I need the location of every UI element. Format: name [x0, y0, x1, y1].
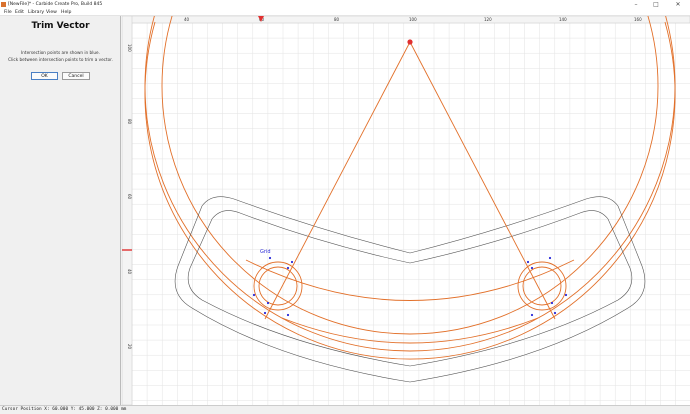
menu-help[interactable]: Help [61, 9, 71, 16]
panel-instruction-1: Intersection points are shown in blue. [21, 50, 100, 55]
close-button[interactable]: ✕ [670, 0, 686, 9]
apex-marker[interactable] [407, 39, 413, 45]
window-title: [NewFile]* - Carbide Create Pro, Build 8… [8, 2, 103, 7]
left-small-circle-inner[interactable] [258, 266, 298, 306]
top-ruler[interactable] [122, 16, 690, 24]
top-ruler-label: 80 [334, 17, 340, 22]
left-ruler-label: 80 [127, 119, 132, 125]
menu-file[interactable]: File [4, 9, 12, 16]
title-bar: [NewFile]* - Carbide Create Pro, Build 8… [0, 0, 690, 9]
left-ruler-label: 100 [127, 44, 132, 52]
grid-lines [131, 22, 690, 405]
top-ruler-label: 100 [409, 17, 417, 22]
right-small-circle-inner[interactable] [522, 266, 562, 306]
cursor-position: Cursor Position X: 60.000 Y: 45.000 Z: 0… [2, 407, 127, 412]
app-window: [NewFile]* - Carbide Create Pro, Build 8… [0, 0, 690, 414]
carbide-create-app-icon [1, 2, 6, 7]
top-ruler-label: 120 [484, 17, 492, 22]
left-ruler-label: 20 [127, 344, 132, 350]
menu-bar: File Edit Library View Help [0, 9, 690, 16]
design-canvas[interactable]: 406080100120140160 10080604020 [122, 16, 690, 405]
outer-slot-path[interactable] [174, 196, 646, 383]
panel-instruction-2: Click between intersection points to tri… [8, 57, 113, 62]
ok-button[interactable]: OK [31, 72, 58, 80]
menu-view[interactable]: View [46, 9, 57, 16]
status-bar: Cursor Position X: 60.000 Y: 45.000 Z: 0… [0, 405, 690, 414]
canvas-drawing[interactable]: 406080100120140160 10080604020 [122, 16, 690, 405]
outer-orange-circle[interactable] [144, 21, 676, 360]
tool-panel: Trim Vector Intersection points are show… [0, 16, 121, 405]
top-ruler-label: 160 [634, 17, 642, 22]
menu-library[interactable]: Library [28, 9, 44, 16]
minimize-button[interactable]: – [628, 0, 644, 9]
grid-label: Grid [260, 249, 271, 255]
left-ruler-label: 60 [127, 194, 132, 200]
intersection-points[interactable] [252, 256, 568, 317]
top-ruler-label: 40 [184, 17, 190, 22]
right-small-circle-outer[interactable] [517, 261, 567, 311]
panel-title: Trim Vector [31, 21, 90, 31]
cancel-button[interactable]: Cancel [62, 72, 90, 80]
left-ruler-label: 40 [127, 269, 132, 275]
top-ruler-label: 140 [559, 17, 567, 22]
maximize-button[interactable]: □ [648, 0, 664, 9]
left-small-circle-outer[interactable] [253, 261, 303, 311]
orange-arc-lower[interactable] [281, 317, 539, 344]
menu-edit[interactable]: Edit [15, 9, 24, 16]
